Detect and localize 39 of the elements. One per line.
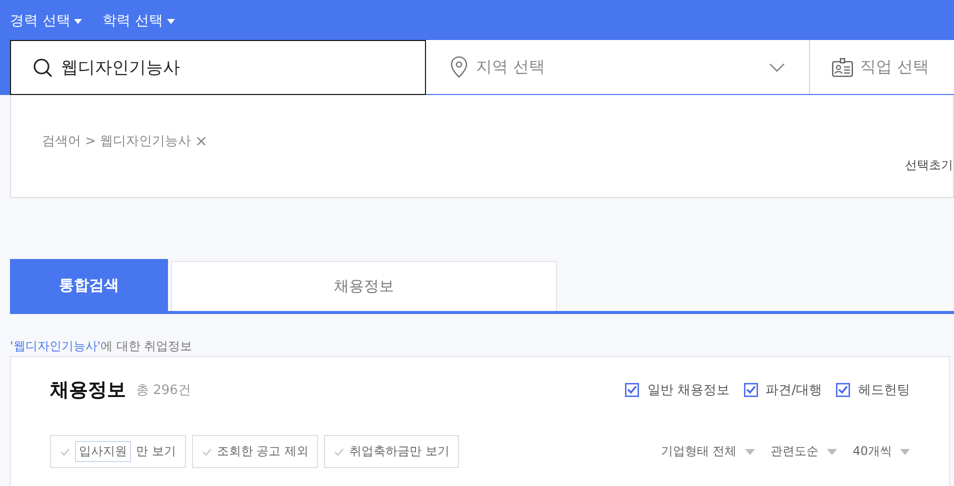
filter-dropdown[interactable]: 경력 선택 xyxy=(10,10,82,32)
caret-icon xyxy=(166,18,175,24)
filter-chip[interactable]: 조회한 공고 제외 xyxy=(192,435,318,468)
checkbox[interactable] xyxy=(744,383,758,397)
filter-chip[interactable]: 취업축하금만 보기 xyxy=(324,435,460,468)
search-icon xyxy=(33,58,53,78)
sort-dropdown[interactable]: 40개씩 xyxy=(852,443,910,460)
result-count: 총 296건 xyxy=(136,382,191,399)
check-icon xyxy=(334,448,344,456)
caret-icon xyxy=(744,448,755,454)
caret-icon xyxy=(826,448,837,454)
id-card-icon xyxy=(832,58,853,76)
check-icon xyxy=(60,448,70,456)
region-select[interactable]: 지역 선택 xyxy=(426,40,810,94)
tab[interactable]: 채용정보 xyxy=(171,261,557,311)
caret-icon xyxy=(900,448,910,454)
filter-dropdown[interactable]: 학력 선택 xyxy=(102,10,175,32)
caret-icon xyxy=(74,18,82,24)
checkbox-label: 일반 채용정보 xyxy=(647,382,730,399)
result-note: '웹디자인기능사'에 대한 취업정보 xyxy=(10,338,194,355)
checkbox[interactable] xyxy=(625,383,640,397)
job-select[interactable]: 직업 선택 xyxy=(810,40,954,94)
apply-tag: 입사지원 xyxy=(75,441,131,462)
sort-dropdown[interactable]: 기업형태 전체 xyxy=(660,443,755,460)
breadcrumb-label: 검색어 > xyxy=(42,133,96,150)
reset-button[interactable]: 선택초기 xyxy=(905,157,953,174)
filter-chip[interactable]: 입사지원 만 보기 xyxy=(50,435,186,468)
check-icon xyxy=(202,448,212,456)
search-field[interactable]: 웹디자인기능사 xyxy=(10,40,426,95)
remove-button[interactable]: × xyxy=(195,132,208,150)
location-pin-icon xyxy=(450,56,468,78)
checkbox[interactable] xyxy=(836,383,850,397)
checkbox-label: 헤드헌팅 xyxy=(858,382,910,399)
keyword-tag: 웹디자인기능사 xyxy=(100,132,192,150)
section-title: 채용정보 xyxy=(50,378,126,403)
sort-dropdown[interactable]: 관련도순 xyxy=(770,443,837,460)
checkbox-label: 파견/대행 xyxy=(766,382,822,399)
chevron-down-icon xyxy=(769,62,785,72)
tab[interactable]: 통합검색 xyxy=(10,259,168,311)
